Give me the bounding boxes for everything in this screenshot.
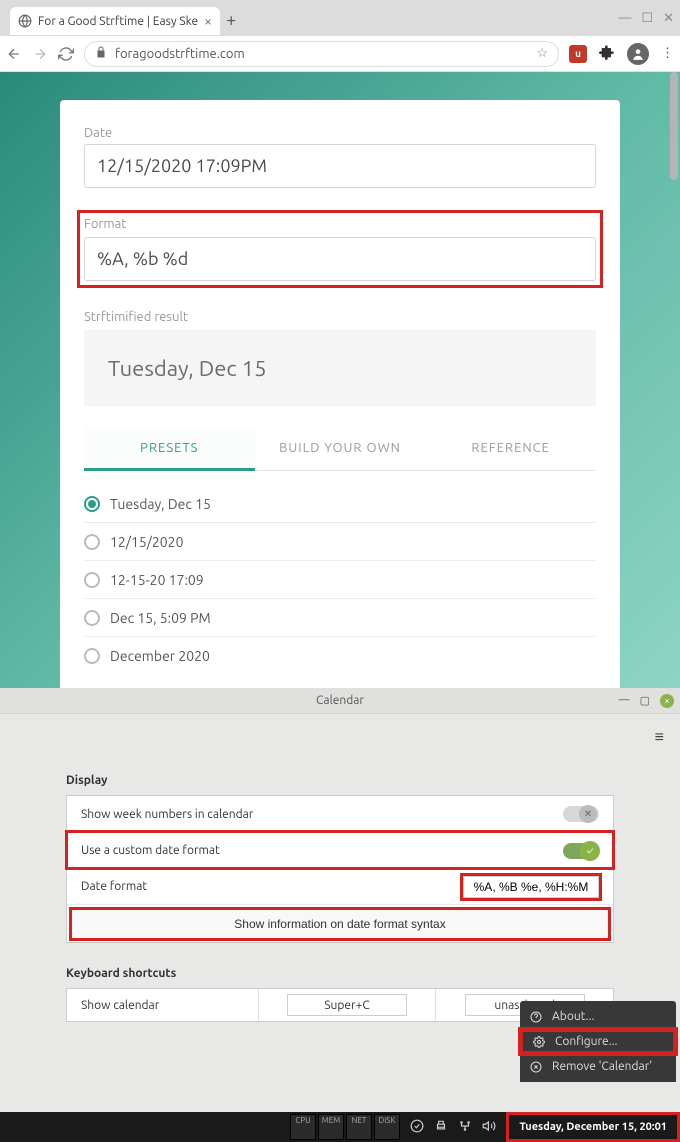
remove-icon (530, 1061, 544, 1073)
date-input[interactable] (84, 144, 596, 188)
taskbar: CPU MEM NET DISK Tuesday, December 15, 2… (0, 1112, 680, 1142)
preset-row[interactable]: 12/15/2020 (84, 523, 596, 561)
extensions-icon[interactable] (599, 44, 615, 63)
tray-printer-icon[interactable] (434, 1119, 448, 1135)
cal-titlebar: Calendar — ▢ × (0, 688, 680, 714)
tray-volume-icon[interactable] (482, 1119, 496, 1135)
result-box: Tuesday, Dec 15 (84, 330, 596, 406)
new-tab-button[interactable]: + (226, 10, 236, 30)
minimize-icon[interactable]: — (618, 11, 631, 26)
tab-presets[interactable]: PRESETS (84, 428, 255, 471)
kbd-label: Show calendar (67, 989, 258, 1021)
close-tab-icon[interactable]: × (204, 13, 212, 29)
row-date-format: Date format (67, 868, 613, 904)
gear-icon (533, 1036, 547, 1048)
calendar-settings-window: Calendar — ▢ × ≡ Display Show week numbe… (0, 688, 680, 1112)
ublock-icon[interactable]: u (569, 45, 587, 63)
system-meters[interactable]: CPU MEM NET DISK (290, 1114, 400, 1140)
date-label: Date (84, 126, 596, 140)
page-tabs: PRESETS BUILD YOUR OWN REFERENCE (84, 428, 596, 471)
info-button[interactable]: Show information on date format syntax (71, 909, 609, 939)
globe-icon (18, 14, 32, 28)
back-button[interactable] (6, 46, 22, 62)
reload-button[interactable] (58, 46, 74, 62)
radio-icon (84, 572, 100, 588)
result-value: Tuesday, Dec 15 (108, 356, 267, 381)
tab-bar: For a Good Strftime | Easy Ske × + — ☐ ✕ (0, 0, 680, 36)
presets-list: Tuesday, Dec 15 12/15/2020 12-15-20 17:0… (84, 485, 596, 675)
ctx-configure[interactable]: Configure... (520, 1029, 676, 1054)
row-info: Show information on date format syntax (67, 904, 613, 942)
preset-row[interactable]: Tuesday, Dec 15 (84, 485, 596, 523)
tray-updates-icon[interactable] (410, 1119, 424, 1135)
kbd-key1[interactable]: Super+C (258, 989, 436, 1021)
display-heading: Display (66, 774, 614, 787)
meter-cpu: CPU (290, 1114, 316, 1140)
weeknums-toggle[interactable] (563, 806, 599, 822)
menu-icon[interactable]: ⋮ (661, 46, 674, 61)
browser-tab[interactable]: For a Good Strftime | Easy Ske × (10, 7, 220, 35)
taskbar-clock[interactable]: Tuesday, December 15, 20:01 (509, 1115, 677, 1139)
row-weeknums: Show week numbers in calendar (67, 796, 613, 832)
tab-reference[interactable]: REFERENCE (425, 428, 596, 471)
result-label: Strftimified result (84, 310, 596, 324)
context-menu: About... Configure... Remove 'Calendar' (520, 1001, 676, 1082)
scrollbar[interactable] (670, 72, 678, 688)
cal-title: Calendar (316, 694, 364, 707)
ctx-remove[interactable]: Remove 'Calendar' (520, 1054, 676, 1079)
scroll-thumb[interactable] (670, 72, 678, 180)
browser-window: For a Good Strftime | Easy Ske × + — ☐ ✕… (0, 0, 680, 688)
row-custom-format: Use a custom date format (67, 832, 613, 868)
custom-format-toggle[interactable] (563, 843, 599, 859)
maximize-icon[interactable]: ▢ (640, 694, 650, 708)
close-window-icon[interactable]: ✕ (663, 11, 674, 26)
lock-icon (95, 46, 107, 61)
preset-row[interactable]: December 2020 (84, 637, 596, 675)
main-card: Date Format Strftimified result Tuesday,… (60, 100, 620, 688)
close-icon[interactable]: × (660, 694, 674, 708)
preset-row[interactable]: 12-15-20 17:09 (84, 561, 596, 599)
meter-mem: MEM (318, 1114, 344, 1140)
minimize-icon[interactable]: — (619, 694, 630, 708)
hamburger-icon[interactable]: ≡ (655, 728, 664, 747)
radio-icon (84, 610, 100, 626)
cal-body: Display Show week numbers in calendar Us… (0, 714, 680, 1022)
radio-icon (84, 496, 100, 512)
format-input[interactable] (84, 237, 596, 281)
meter-disk: DISK (374, 1114, 400, 1140)
help-icon (530, 1011, 544, 1023)
system-tray (410, 1119, 496, 1135)
profile-icon[interactable] (627, 43, 649, 65)
date-format-input[interactable] (463, 876, 599, 898)
forward-button[interactable] (32, 46, 48, 62)
url-text: foragoodstrftime.com (115, 47, 245, 61)
page-content: Date Format Strftimified result Tuesday,… (0, 72, 680, 688)
star-icon[interactable]: ☆ (536, 46, 548, 61)
toolbar-right: u ⋮ (569, 43, 674, 65)
tab-build-your-own[interactable]: BUILD YOUR OWN (255, 428, 426, 471)
cal-window-buttons: — ▢ × (619, 694, 674, 708)
radio-icon (84, 648, 100, 664)
ctx-about[interactable]: About... (520, 1004, 676, 1029)
address-bar[interactable]: foragoodstrftime.com ☆ (84, 41, 559, 67)
tray-network-icon[interactable] (458, 1119, 472, 1135)
preset-row[interactable]: Dec 15, 5:09 PM (84, 599, 596, 637)
maximize-icon[interactable]: ☐ (641, 11, 653, 26)
format-highlight: Format (77, 210, 603, 288)
display-panel: Show week numbers in calendar Use a cust… (66, 795, 614, 943)
kbd-heading: Keyboard shortcuts (66, 967, 614, 980)
meter-net: NET (346, 1114, 372, 1140)
window-buttons: — ☐ ✕ (618, 11, 674, 26)
radio-icon (84, 534, 100, 550)
format-label: Format (84, 217, 596, 231)
tab-title: For a Good Strftime | Easy Ske (38, 15, 198, 28)
url-bar: foragoodstrftime.com ☆ u ⋮ (0, 36, 680, 72)
